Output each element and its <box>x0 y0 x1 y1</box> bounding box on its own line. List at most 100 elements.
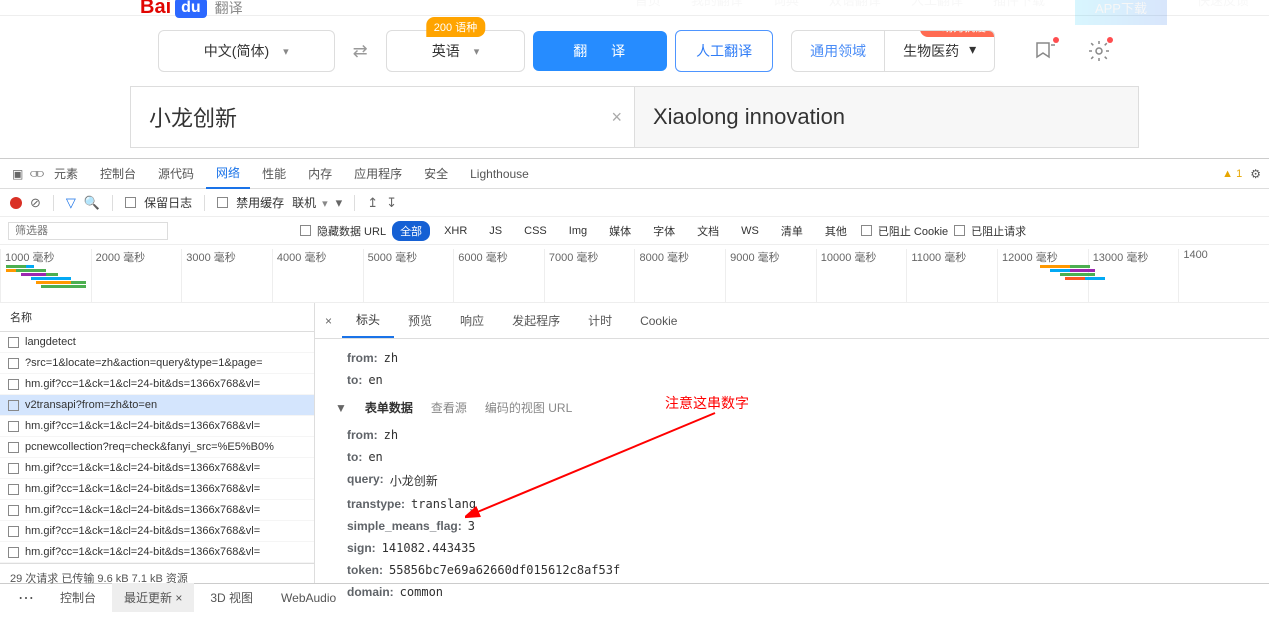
filter-font[interactable]: 字体 <box>645 221 683 241</box>
request-item[interactable]: hm.gif?cc=1&ck=1&cl=24-bit&ds=1366x768&v… <box>0 500 314 521</box>
filter-icon[interactable]: ▽ <box>66 195 76 211</box>
device-icon[interactable]: ⫏⫐ <box>26 166 42 181</box>
preserve-log-checkbox[interactable] <box>125 197 136 208</box>
hide-data-checkbox[interactable] <box>300 225 311 236</box>
filter-media[interactable]: 媒体 <box>601 221 639 241</box>
tab-network[interactable]: 网络 <box>206 158 250 189</box>
detail-tab-response[interactable]: 响应 <box>446 304 498 337</box>
human-translate-button[interactable]: 人工翻译 <box>675 30 773 72</box>
kv-val: zh <box>384 351 398 365</box>
tab-lighthouse[interactable]: Lighthouse <box>460 161 539 187</box>
tab-performance[interactable]: 性能 <box>252 159 296 188</box>
req-header[interactable]: 名称 <box>0 303 314 332</box>
req-checkbox[interactable] <box>8 442 19 453</box>
req-checkbox[interactable] <box>8 505 19 516</box>
tab-application[interactable]: 应用程序 <box>344 159 412 188</box>
tick: 4000 毫秒 <box>272 249 363 302</box>
detail-tab-initiator[interactable]: 发起程序 <box>498 304 574 337</box>
filter-all[interactable]: 全部 <box>392 221 430 241</box>
btab-3dview[interactable]: 3D 视图 <box>198 583 265 612</box>
req-checkbox[interactable] <box>8 379 19 390</box>
filter-img[interactable]: Img <box>561 223 595 239</box>
req-checkbox[interactable] <box>8 337 19 348</box>
filter-input[interactable] <box>8 222 168 240</box>
tab-elements[interactable]: 元素 <box>44 159 88 188</box>
req-checkbox[interactable] <box>8 463 19 474</box>
lang-to-label: 英语 <box>432 41 460 61</box>
req-checkbox[interactable] <box>8 400 19 411</box>
domain-bio[interactable]: 生物医药▾ <box>884 31 994 71</box>
filter-xhr[interactable]: XHR <box>436 223 475 239</box>
swap-icon[interactable]: ⇄ <box>343 41 378 62</box>
lang-from-select[interactable]: 中文(简体) <box>158 30 335 72</box>
btab-console[interactable]: 控制台 <box>48 583 108 612</box>
input-box[interactable]: 小龙创新 × <box>131 87 635 147</box>
filter-ws[interactable]: WS <box>733 223 767 239</box>
more-icon[interactable]: ⋯ <box>8 588 44 608</box>
req-checkbox[interactable] <box>8 547 19 558</box>
tab-security[interactable]: 安全 <box>414 159 458 188</box>
filter-css[interactable]: CSS <box>516 223 555 239</box>
request-item[interactable]: langdetect <box>0 332 314 353</box>
filter-manifest[interactable]: 清单 <box>773 221 811 241</box>
throttle-select[interactable]: 联机 <box>292 194 328 211</box>
detail-tab-headers[interactable]: 标头 <box>342 303 394 338</box>
input-text: 小龙创新 <box>149 101 237 133</box>
req-checkbox[interactable] <box>8 358 19 369</box>
badge-200: 200 语种 <box>426 17 485 37</box>
request-item[interactable]: hm.gif?cc=1&ck=1&cl=24-bit&ds=1366x768&v… <box>0 458 314 479</box>
req-checkbox[interactable] <box>8 484 19 495</box>
request-item[interactable]: hm.gif?cc=1&ck=1&cl=24-bit&ds=1366x768&v… <box>0 521 314 542</box>
domain-general[interactable]: 通用领域 <box>792 31 884 71</box>
blocked-reqs-checkbox[interactable] <box>954 225 965 236</box>
translate-button[interactable]: 翻 译 <box>533 31 667 71</box>
kv-key: query: <box>347 472 384 489</box>
req-checkbox[interactable] <box>8 526 19 537</box>
close-icon[interactable]: × <box>315 308 342 334</box>
clear-icon[interactable]: ⊘ <box>30 195 41 211</box>
section-head[interactable]: ▼ 表单数据 查看源 编码的视图 URL <box>335 391 1249 424</box>
disable-cache-checkbox[interactable] <box>217 197 228 208</box>
kv-key: to: <box>347 373 362 387</box>
warning-badge[interactable]: ▲ 1 <box>1222 168 1242 180</box>
throttle-chevron[interactable]: ▾ <box>336 195 343 211</box>
tab-console[interactable]: 控制台 <box>90 159 146 188</box>
request-item[interactable]: hm.gif?cc=1&ck=1&cl=24-bit&ds=1366x768&v… <box>0 374 314 395</box>
view-source-link[interactable]: 查看源 <box>431 399 467 416</box>
settings-gear-icon[interactable]: ⚙ <box>1250 167 1261 181</box>
tick: 11000 毫秒 <box>906 249 997 302</box>
view-encoded-link[interactable]: 编码的视图 URL <box>485 399 572 416</box>
btab-whatsnew[interactable]: 最近更新 × <box>112 583 194 612</box>
req-checkbox[interactable] <box>8 421 19 432</box>
import-icon[interactable]: ↥ <box>367 195 378 211</box>
export-icon[interactable]: ↧ <box>386 195 397 211</box>
detail-tab-preview[interactable]: 预览 <box>394 304 446 337</box>
detail-tab-timing[interactable]: 计时 <box>574 304 626 337</box>
request-item[interactable]: hm.gif?cc=1&ck=1&cl=24-bit&ds=1366x768&v… <box>0 416 314 437</box>
filter-other[interactable]: 其他 <box>817 221 855 241</box>
lang-to-select[interactable]: 200 语种 英语 <box>386 30 526 72</box>
hide-data-label: 隐藏数据 URL <box>317 223 386 239</box>
request-item[interactable]: pcnewcollection?req=check&fanyi_src=%E5%… <box>0 437 314 458</box>
blocked-cookies-checkbox[interactable] <box>861 225 872 236</box>
record-icon[interactable] <box>10 197 22 209</box>
kv-key: transtype: <box>347 497 405 511</box>
filter-js[interactable]: JS <box>481 223 510 239</box>
bookmark-icon[interactable] <box>1033 39 1057 63</box>
clear-icon[interactable]: × <box>611 107 622 128</box>
caret-icon[interactable]: ▼ <box>335 401 347 415</box>
timeline[interactable]: 1000 毫秒 2000 毫秒 3000 毫秒 4000 毫秒 5000 毫秒 … <box>0 245 1269 303</box>
inspect-icon[interactable]: ▣ <box>8 167 24 181</box>
tab-sources[interactable]: 源代码 <box>148 159 204 188</box>
request-item[interactable]: ?src=1&locate=zh&action=query&type=1&pag… <box>0 353 314 374</box>
tab-memory[interactable]: 内存 <box>298 159 342 188</box>
tick: 8000 毫秒 <box>634 249 725 302</box>
request-item[interactable]: v2transapi?from=zh&to=en <box>0 395 314 416</box>
detail-tab-cookie[interactable]: Cookie <box>626 306 691 336</box>
gear-icon[interactable] <box>1087 39 1111 63</box>
search-icon[interactable]: 🔍 <box>84 195 100 211</box>
domain-select[interactable]: ♡ 助力抗疫 通用领域 生物医药▾ <box>791 30 995 72</box>
filter-doc[interactable]: 文档 <box>689 221 727 241</box>
request-item[interactable]: hm.gif?cc=1&ck=1&cl=24-bit&ds=1366x768&v… <box>0 542 314 563</box>
request-item[interactable]: hm.gif?cc=1&ck=1&cl=24-bit&ds=1366x768&v… <box>0 479 314 500</box>
